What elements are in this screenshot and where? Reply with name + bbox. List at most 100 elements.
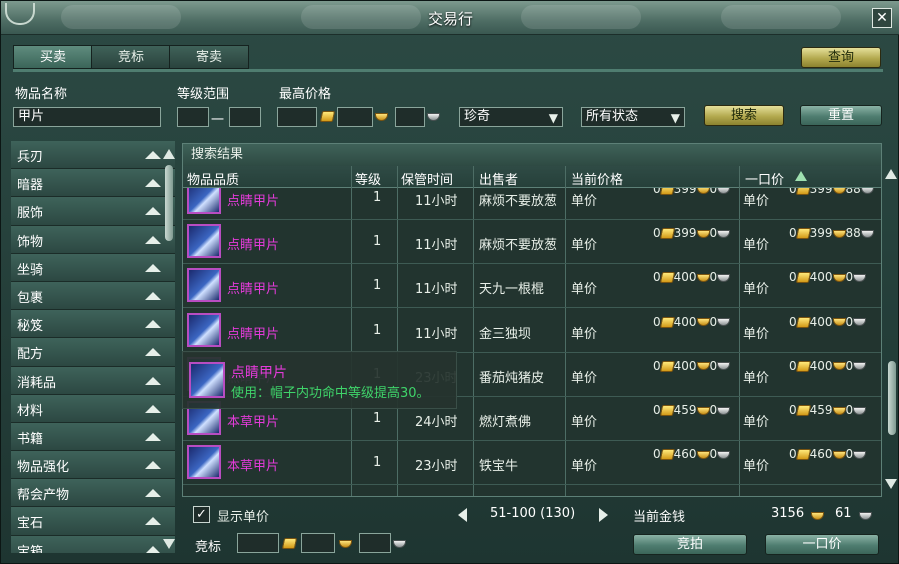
expand-arrow-icon[interactable] xyxy=(145,404,161,413)
col-seller[interactable]: 出售者 xyxy=(479,169,518,188)
item-seller: 麻烦不要放葱 xyxy=(479,194,558,209)
title-bar[interactable]: 交易行 ✕ xyxy=(1,1,899,35)
money-gold-value: 3156 xyxy=(771,506,805,521)
category-item[interactable]: 书籍 xyxy=(11,422,175,452)
category-scrollbar[interactable] xyxy=(163,149,177,553)
item-name-input[interactable]: 甲片 xyxy=(13,107,161,127)
place-bid-button[interactable]: 竞拍 xyxy=(633,534,747,555)
col-quality[interactable]: 物品品质 xyxy=(187,169,239,188)
scroll-up-icon[interactable] xyxy=(885,169,897,179)
prev-page-icon[interactable] xyxy=(458,508,467,522)
scroll-thumb[interactable] xyxy=(165,165,173,241)
expand-arrow-icon[interactable] xyxy=(145,263,161,272)
buyout-unit-label: 单价 xyxy=(743,282,770,298)
bid-gold-input[interactable] xyxy=(237,533,279,553)
gold-ingot-icon xyxy=(811,512,824,520)
expand-arrow-icon[interactable] xyxy=(145,517,161,526)
item-seller: 番茄炖猪皮 xyxy=(479,370,545,386)
scroll-thumb[interactable] xyxy=(888,361,896,435)
category-item[interactable]: 坐骑 xyxy=(11,253,175,282)
sort-asc-icon[interactable] xyxy=(795,171,807,181)
table-row[interactable]: 点睛甲片 1 11小时 金三独坝 单价 0 400 0 单价 0 400 0 xyxy=(183,309,881,353)
silver-ingot-icon xyxy=(717,362,731,371)
level-range-label: 等级范围 xyxy=(177,87,230,102)
table-row[interactable]: 点睛甲片 1 11小时 麻烦不要放葱 单价 0 399 0 单价 0 399 88 xyxy=(183,220,881,265)
reset-button[interactable]: 重置 xyxy=(800,105,882,126)
price-ingot: 400 xyxy=(673,314,697,329)
expand-arrow-icon[interactable] xyxy=(145,320,161,329)
scroll-up-icon[interactable] xyxy=(163,149,175,159)
gold-coin-icon xyxy=(659,360,675,372)
category-item[interactable]: 包裹 xyxy=(11,281,175,311)
bid-ingot-input[interactable] xyxy=(301,533,335,553)
category-item[interactable]: 帮会产物 xyxy=(11,479,175,508)
max-price-silver-input[interactable] xyxy=(395,107,425,127)
scroll-down-icon[interactable] xyxy=(163,539,175,549)
category-label: 宝石 xyxy=(17,516,44,532)
level-max-input[interactable] xyxy=(229,107,261,127)
price-ingot: 399 xyxy=(673,188,697,196)
category-item[interactable]: 配方 xyxy=(11,338,175,367)
expand-arrow-icon[interactable] xyxy=(145,348,161,357)
col-buyout-price[interactable]: 一口价 xyxy=(745,169,784,188)
expand-arrow-icon[interactable] xyxy=(145,179,161,188)
max-price-gold-input[interactable] xyxy=(277,107,317,127)
query-button[interactable]: 查询 xyxy=(801,47,881,68)
category-item[interactable]: 饰物 xyxy=(11,225,175,254)
item-armor-icon xyxy=(187,188,221,214)
category-item[interactable]: 物品强化 xyxy=(11,451,175,480)
quality-select[interactable]: 珍奇 ▼ xyxy=(459,107,563,127)
bid-silver-input[interactable] xyxy=(359,533,391,553)
search-button[interactable]: 搜索 xyxy=(704,105,784,126)
tab-bid[interactable]: 竞标 xyxy=(91,45,171,69)
gold-ingot-icon xyxy=(832,406,846,415)
level-min-input[interactable] xyxy=(177,107,209,127)
expand-arrow-icon[interactable] xyxy=(145,545,161,553)
scroll-down-icon[interactable] xyxy=(885,479,897,489)
expand-arrow-icon[interactable] xyxy=(145,489,161,498)
category-item[interactable]: 宝箱 xyxy=(11,535,175,553)
next-page-icon[interactable] xyxy=(599,508,608,522)
expand-arrow-icon[interactable] xyxy=(145,235,161,244)
col-time[interactable]: 保管时间 xyxy=(401,169,453,188)
category-label: 消耗品 xyxy=(17,375,57,391)
window-title: 交易行 xyxy=(427,10,473,28)
silver-ingot-icon xyxy=(717,273,731,282)
expand-arrow-icon[interactable] xyxy=(145,376,161,385)
table-row[interactable]: 本草甲片 1 23小时 铁宝牛 单价 0 460 0 单价 0 460 0 xyxy=(183,441,881,486)
category-item[interactable]: 暗器 xyxy=(11,169,175,198)
col-current-price[interactable]: 当前价格 xyxy=(571,169,623,188)
table-row[interactable]: 点睛甲片 1 11小时 天九一根棍 单价 0 400 0 单价 0 400 0 xyxy=(183,264,881,309)
tab-buy-sell[interactable]: 买卖 xyxy=(13,45,93,69)
status-select[interactable]: 所有状态 ▼ xyxy=(581,107,685,127)
expand-arrow-icon[interactable] xyxy=(145,151,161,159)
close-button[interactable]: ✕ xyxy=(872,8,892,28)
expand-arrow-icon[interactable] xyxy=(145,207,161,216)
price-ingot: 400 xyxy=(809,270,833,285)
tab-consign[interactable]: 寄卖 xyxy=(169,45,249,69)
item-level: 1 xyxy=(373,411,382,426)
price-silver: 0 xyxy=(709,314,718,329)
silver-ingot-icon xyxy=(717,406,731,415)
category-item[interactable]: 兵刃 xyxy=(11,141,175,170)
expand-arrow-icon[interactable] xyxy=(145,291,161,300)
table-row[interactable]: 点睛甲片 1 11小时 麻烦不要放葱 单价 0 399 0 单价 0 399 88 xyxy=(183,188,881,220)
expand-arrow-icon[interactable] xyxy=(145,432,161,441)
show-unit-price-checkbox[interactable]: ✓ xyxy=(193,506,210,523)
category-item[interactable]: 消耗品 xyxy=(11,366,175,395)
category-item[interactable]: 材料 xyxy=(11,394,175,423)
gold-coin-icon xyxy=(319,111,336,122)
current-price: 0 460 0 xyxy=(653,447,731,461)
buyout-button[interactable]: 一口价 xyxy=(765,534,879,555)
max-price-ingot-input[interactable] xyxy=(337,107,373,127)
col-level[interactable]: 等级 xyxy=(355,169,381,188)
price-silver: 0 xyxy=(845,358,854,373)
expand-arrow-icon[interactable] xyxy=(145,461,161,470)
category-item[interactable]: 秘笈 xyxy=(11,310,175,339)
category-item[interactable]: 宝石 xyxy=(11,507,175,536)
current-unit-label: 单价 xyxy=(571,415,598,430)
results-scrollbar[interactable] xyxy=(885,169,899,493)
gold-coin-icon xyxy=(281,538,298,549)
column-header: 物品品质 等级 保管时间 出售者 当前价格 一口价 xyxy=(183,166,881,188)
category-item[interactable]: 服饰 xyxy=(11,197,175,226)
